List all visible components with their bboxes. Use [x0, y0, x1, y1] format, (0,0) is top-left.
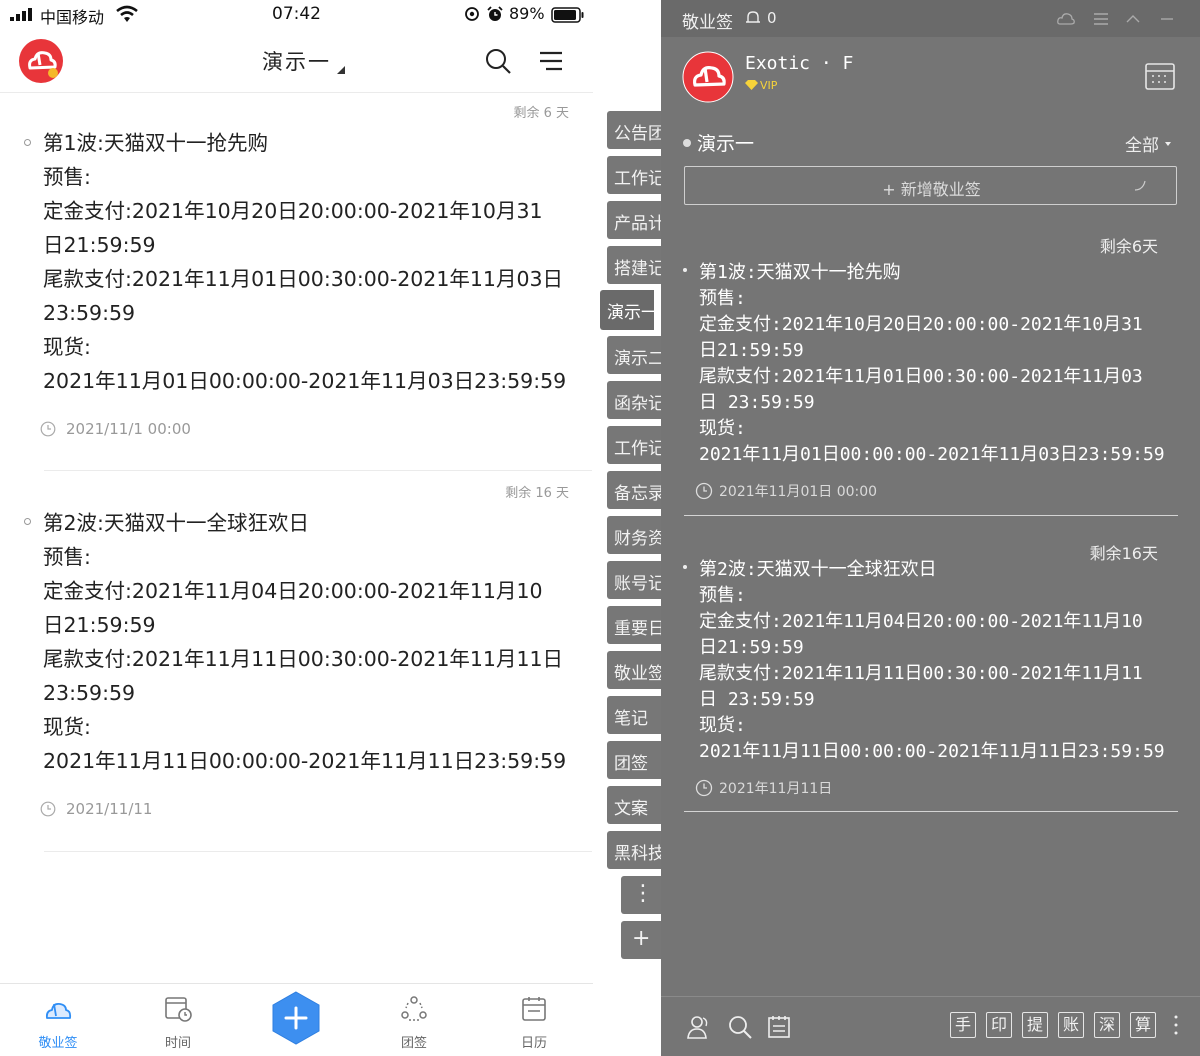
diamond-icon: [745, 80, 758, 90]
note-content[interactable]: 第1波:天猫双十一抢先购 预售: 定金支付:2021年10月20日20:00:0…: [699, 260, 1169, 468]
note-card[interactable]: 剩余 16 天 第2波:天猫双十一全球狂欢日 预售: 定金支付:2021年11月…: [0, 471, 593, 851]
side-tab-active[interactable]: 演示一: [600, 290, 654, 330]
side-tab[interactable]: 备忘录: [607, 471, 661, 509]
minimize-icon[interactable]: [1157, 9, 1177, 29]
side-tab[interactable]: 工作记: [607, 156, 661, 194]
side-tab[interactable]: 黑科技: [607, 831, 661, 869]
side-tab[interactable]: 笔记: [607, 696, 661, 734]
dropdown-caret-icon[interactable]: [337, 66, 345, 74]
list-icon[interactable]: [1091, 9, 1111, 29]
menu-icon[interactable]: [538, 50, 564, 72]
tab-team[interactable]: 团签: [374, 984, 454, 1056]
rotation-lock-icon: [465, 7, 479, 21]
side-tab[interactable]: 函杂记: [607, 381, 661, 419]
collapse-icon[interactable]: [1123, 9, 1143, 29]
search-icon[interactable]: [484, 47, 512, 75]
handwrite-button[interactable]: 手: [950, 1012, 976, 1038]
mobile-header: 演示一: [0, 30, 593, 93]
side-tab[interactable]: 演示二: [607, 336, 661, 374]
clock-icon: [40, 421, 56, 437]
side-tab[interactable]: 财务资: [607, 516, 661, 554]
side-tab[interactable]: 重要日: [607, 606, 661, 644]
side-tab[interactable]: 团签: [607, 741, 661, 779]
dot-icon: [683, 139, 691, 147]
clock-icon: [695, 482, 713, 500]
search-icon[interactable]: [726, 1013, 754, 1041]
carrier-name: 中国移动: [40, 8, 105, 27]
avatar[interactable]: [682, 51, 734, 103]
bottom-toolbar: 手 印 提 账 深 算: [661, 996, 1200, 1056]
divider: [684, 811, 1178, 812]
note-date: 2021/11/11: [40, 800, 152, 818]
side-tab[interactable]: 敬业签: [607, 651, 661, 689]
divider: [684, 515, 1178, 516]
bullet-icon: [24, 518, 31, 525]
add-tab-button[interactable]: +: [621, 921, 661, 959]
notification-count: 0: [767, 9, 777, 27]
bell-icon[interactable]: [744, 9, 762, 27]
app-name: 敬业签: [682, 13, 733, 33]
battery-icon: [551, 7, 584, 23]
calendar-icon[interactable]: [1144, 61, 1176, 91]
notes-icon[interactable]: [765, 1013, 793, 1041]
calculate-button[interactable]: 算: [1130, 1012, 1156, 1038]
tab-time[interactable]: 时间: [138, 984, 218, 1056]
tab-jingyeqian[interactable]: 敬业签: [18, 984, 98, 1056]
side-tab[interactable]: 账号记: [607, 561, 661, 599]
note-date: 2021/11/1 00:00: [40, 420, 191, 438]
status-bar: 中国移动 07:42 89%: [0, 0, 593, 30]
calendar-icon: [522, 997, 546, 1021]
cloud-icon: [45, 1002, 72, 1019]
side-tab[interactable]: 产品计: [607, 201, 661, 239]
user-name: Exotic · F: [745, 53, 854, 74]
status-time: 07:42: [272, 4, 321, 24]
remaining-days: 剩余 6 天: [513, 106, 569, 121]
desktop-app: 敬业签 0 Exotic · F VIP 演示一 全部 + 新增敬业签 剩余6天…: [661, 0, 1200, 1056]
alarm-icon: [487, 6, 503, 21]
refresh-icon[interactable]: [1132, 177, 1148, 193]
mobile-app: 中国移动 07:42 89% 演示一 剩余 6 天 第1波:天猫双十一抢先购 预…: [0, 0, 593, 1056]
battery-percent: 89%: [509, 4, 545, 23]
remaining-days: 剩余6天: [1099, 237, 1158, 256]
deep-button[interactable]: 深: [1094, 1012, 1120, 1038]
time-icon: [165, 997, 192, 1022]
team-icon: [401, 996, 427, 1021]
bullet-icon: [24, 139, 31, 146]
more-tabs-button[interactable]: ⋮: [621, 876, 661, 914]
wifi-icon: [116, 5, 138, 22]
divider: [44, 851, 592, 852]
filter-dropdown[interactable]: 全部: [1125, 131, 1171, 156]
clock-icon: [695, 779, 713, 797]
cloud-sync-icon[interactable]: [1056, 9, 1076, 29]
clock-icon: [40, 801, 56, 817]
side-tab[interactable]: 搭建记: [607, 246, 661, 284]
side-tab[interactable]: 文案: [607, 786, 661, 824]
note-content: 第2波:天猫双十一全球狂欢日 预售: 定金支付:2021年11月04日20:00…: [43, 511, 567, 773]
print-button[interactable]: 印: [986, 1012, 1012, 1038]
reminder-button[interactable]: 提: [1022, 1012, 1048, 1038]
add-note-input[interactable]: + 新增敬业签: [684, 166, 1177, 205]
note-content: 第1波:天猫双十一抢先购 预售: 定金支付:2021年10月20日20:00:0…: [43, 131, 567, 393]
vip-badge: VIP: [745, 79, 777, 92]
contacts-icon[interactable]: [685, 1013, 713, 1041]
more-icon[interactable]: [1172, 1012, 1180, 1038]
category-selector[interactable]: 演示一: [683, 129, 754, 156]
note-card[interactable]: 剩余 6 天 第1波:天猫双十一抢先购 预售: 定金支付:2021年10月20日…: [0, 93, 593, 471]
remaining-days: 剩余 16 天: [505, 486, 569, 501]
signal-icon: [10, 8, 34, 21]
side-tab[interactable]: 工作记: [607, 426, 661, 464]
title-bar: 敬业签 0: [661, 0, 1200, 37]
tab-calendar[interactable]: 日历: [494, 984, 574, 1056]
note-date: 2021年11月11日: [695, 778, 832, 798]
account-button[interactable]: 账: [1058, 1012, 1084, 1038]
chevron-down-icon: [1165, 142, 1171, 146]
note-content[interactable]: 第2波:天猫双十一全球狂欢日 预售: 定金支付:2021年11月04日20:00…: [699, 557, 1169, 765]
note-date: 2021年11月01日 00:00: [695, 481, 877, 501]
side-tab[interactable]: 公告团: [607, 111, 661, 149]
bullet-icon: [683, 565, 687, 569]
bullet-icon: [683, 268, 687, 272]
add-button[interactable]: [270, 990, 322, 1046]
